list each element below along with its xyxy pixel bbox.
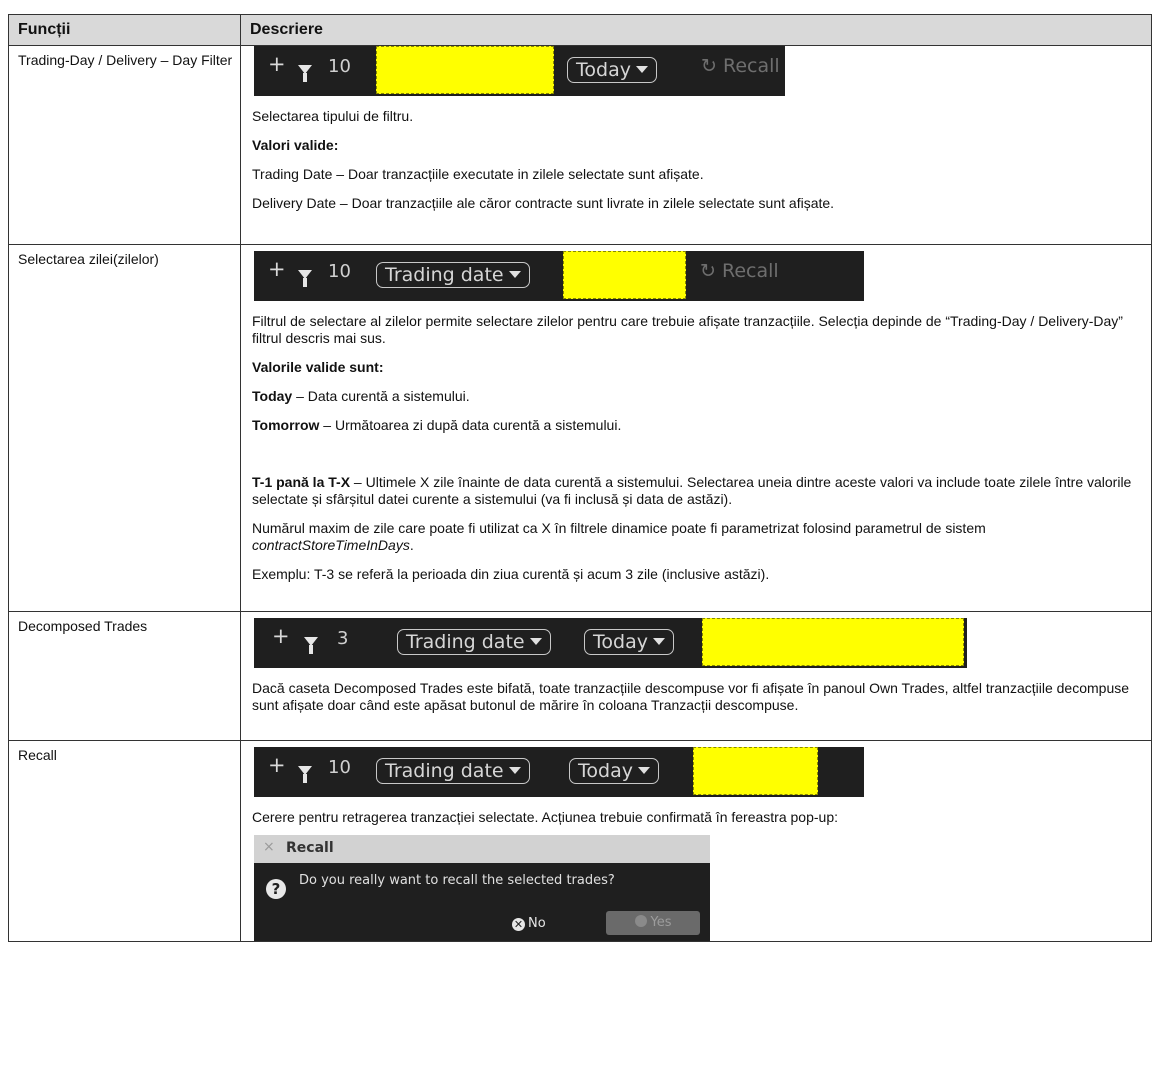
toolbar-screenshot: + 3 Trading date Today [254,618,967,668]
function-name: Recall [8,740,241,942]
chevron-down-icon [508,767,521,774]
value-description: – Data curentă a sistemului. [292,388,470,404]
question-icon: ? [266,879,286,899]
function-description: + 10 Trading date ↻ Recall Filtrul de se… [240,244,1152,612]
value-term: Today [252,388,293,404]
dialog-message: Do you really want to recall the selecte… [299,873,615,888]
plus-icon: + [272,624,290,648]
paragraph: Dacă caseta Decomposed Trades este bifat… [252,680,1130,713]
filter-icon [304,637,318,654]
paragraph: Selectarea tipului de filtru. [252,108,414,124]
filter-icon [298,270,312,287]
paragraph: Today – Data curentă a sistemului. [252,388,1151,405]
today-dropdown: Today [584,629,674,655]
plus-icon: + [268,753,286,777]
functions-table: Funcții Descriere Trading-Day / Delivery… [8,14,1152,942]
filter-count: 3 [337,628,349,649]
close-icon: × [263,839,275,855]
filter-icon [298,65,312,82]
function-name: Decomposed Trades [8,611,241,741]
chevron-down-icon [529,638,542,645]
chevron-down-icon [637,767,650,774]
trading-date-dropdown: Trading date [376,758,530,784]
table-row: Recall + 10 Trading date Today Cerere pe… [8,740,1152,942]
recall-button: ↻ Recall [701,55,780,77]
paragraph-end: . [409,537,414,553]
value-description: – Ultimele X zile înainte de data curent… [252,474,1132,507]
document-page: Funcții Descriere Trading-Day / Delivery… [0,0,1159,1072]
header-description: Descriere [240,14,1152,46]
paragraph: Cerere pentru retragerea tranzacției sel… [252,809,838,825]
filter-count: 10 [328,757,351,778]
plus-icon: + [268,257,286,281]
filter-count: 10 [328,56,351,77]
table-row: Selectarea zilei(zilelor) + 10 Trading d… [8,244,1152,612]
today-dropdown-label: Today [578,760,633,782]
highlight-box [693,747,818,795]
paragraph: Trading Date – Doar tranzacțiile executa… [252,166,704,182]
paragraph: Valorile valide sunt: [252,359,384,375]
dialog-title-bar: × Recall [254,835,710,863]
paragraph: Tomorrow – Următoarea zi după data curen… [252,417,1151,434]
trading-date-dropdown: Trading date [376,262,530,288]
trading-date-label: Trading date [385,264,504,286]
toolbar-screenshot: + 10 Today ↻ Recall [254,46,785,96]
table-row: Trading-Day / Delivery – Day Filter + 10… [8,45,1152,245]
value-term: T-1 pană la T-X [252,474,351,490]
plus-icon: + [268,52,286,76]
trading-date-label: Trading date [385,760,504,782]
highlight-box [376,46,554,94]
paragraph-text: Numărul maxim de zile care poate fi util… [252,520,986,536]
function-description: + 10 Today ↻ Recall Selectarea tipului d… [240,45,1152,245]
today-dropdown-label: Today [576,59,631,81]
toolbar-screenshot: + 10 Trading date Today [254,747,864,797]
paragraph: Valori valide: [252,137,339,153]
filter-icon [298,766,312,783]
trading-date-dropdown: Trading date [397,629,551,655]
parameter-name: contractStoreTimeInDays [252,537,410,553]
recall-button: ↻ Recall [700,260,779,282]
check-circle-icon [634,915,647,927]
today-dropdown-label: Today [593,631,648,653]
toolbar-screenshot: + 10 Trading date ↻ Recall [254,251,864,301]
table-header-row: Funcții Descriere [8,14,1152,46]
paragraph: Delivery Date – Doar tranzacțiile ale că… [252,195,835,211]
yes-button: Yes [606,911,700,935]
table-row: Decomposed Trades + 3 Trading date Today… [8,611,1152,741]
recall-label: Recall [722,55,780,77]
recall-label: Recall [721,260,779,282]
value-term: Tomorrow [252,417,320,433]
value-description: – Următoarea zi după data curentă a sist… [319,417,622,433]
highlight-box [702,618,964,666]
chevron-down-icon [508,271,521,278]
highlight-box [563,251,686,299]
paragraph: Numărul maxim de zile care poate fi util… [252,520,1151,554]
yes-label: Yes [650,915,672,930]
today-dropdown: Today [567,57,657,83]
paragraph: T-1 pană la T-X – Ultimele X zile înaint… [252,474,1151,508]
close-circle-icon: ✕ [512,918,525,931]
dialog-title: Recall [286,840,334,856]
no-button: ✕ No [512,915,546,932]
function-description: + 3 Trading date Today Dacă caseta Decom… [240,611,1152,741]
paragraph: Filtrul de selectare al zilelor permite … [252,313,1123,346]
chevron-down-icon [652,638,665,645]
filter-count: 10 [328,261,351,282]
function-name: Selectarea zilei(zilelor) [8,244,241,612]
today-dropdown: Today [569,758,659,784]
header-functions: Funcții [8,14,241,46]
trading-date-label: Trading date [406,631,525,653]
chevron-down-icon [635,66,648,73]
paragraph: Exemplu: T-3 se referă la perioada din z… [252,566,770,582]
function-name: Trading-Day / Delivery – Day Filter [8,45,241,245]
function-description: + 10 Trading date Today Cerere pentru re… [240,740,1152,942]
no-label: No [528,916,546,931]
recall-dialog-screenshot: × Recall ? Do you really want to recall … [254,835,710,941]
